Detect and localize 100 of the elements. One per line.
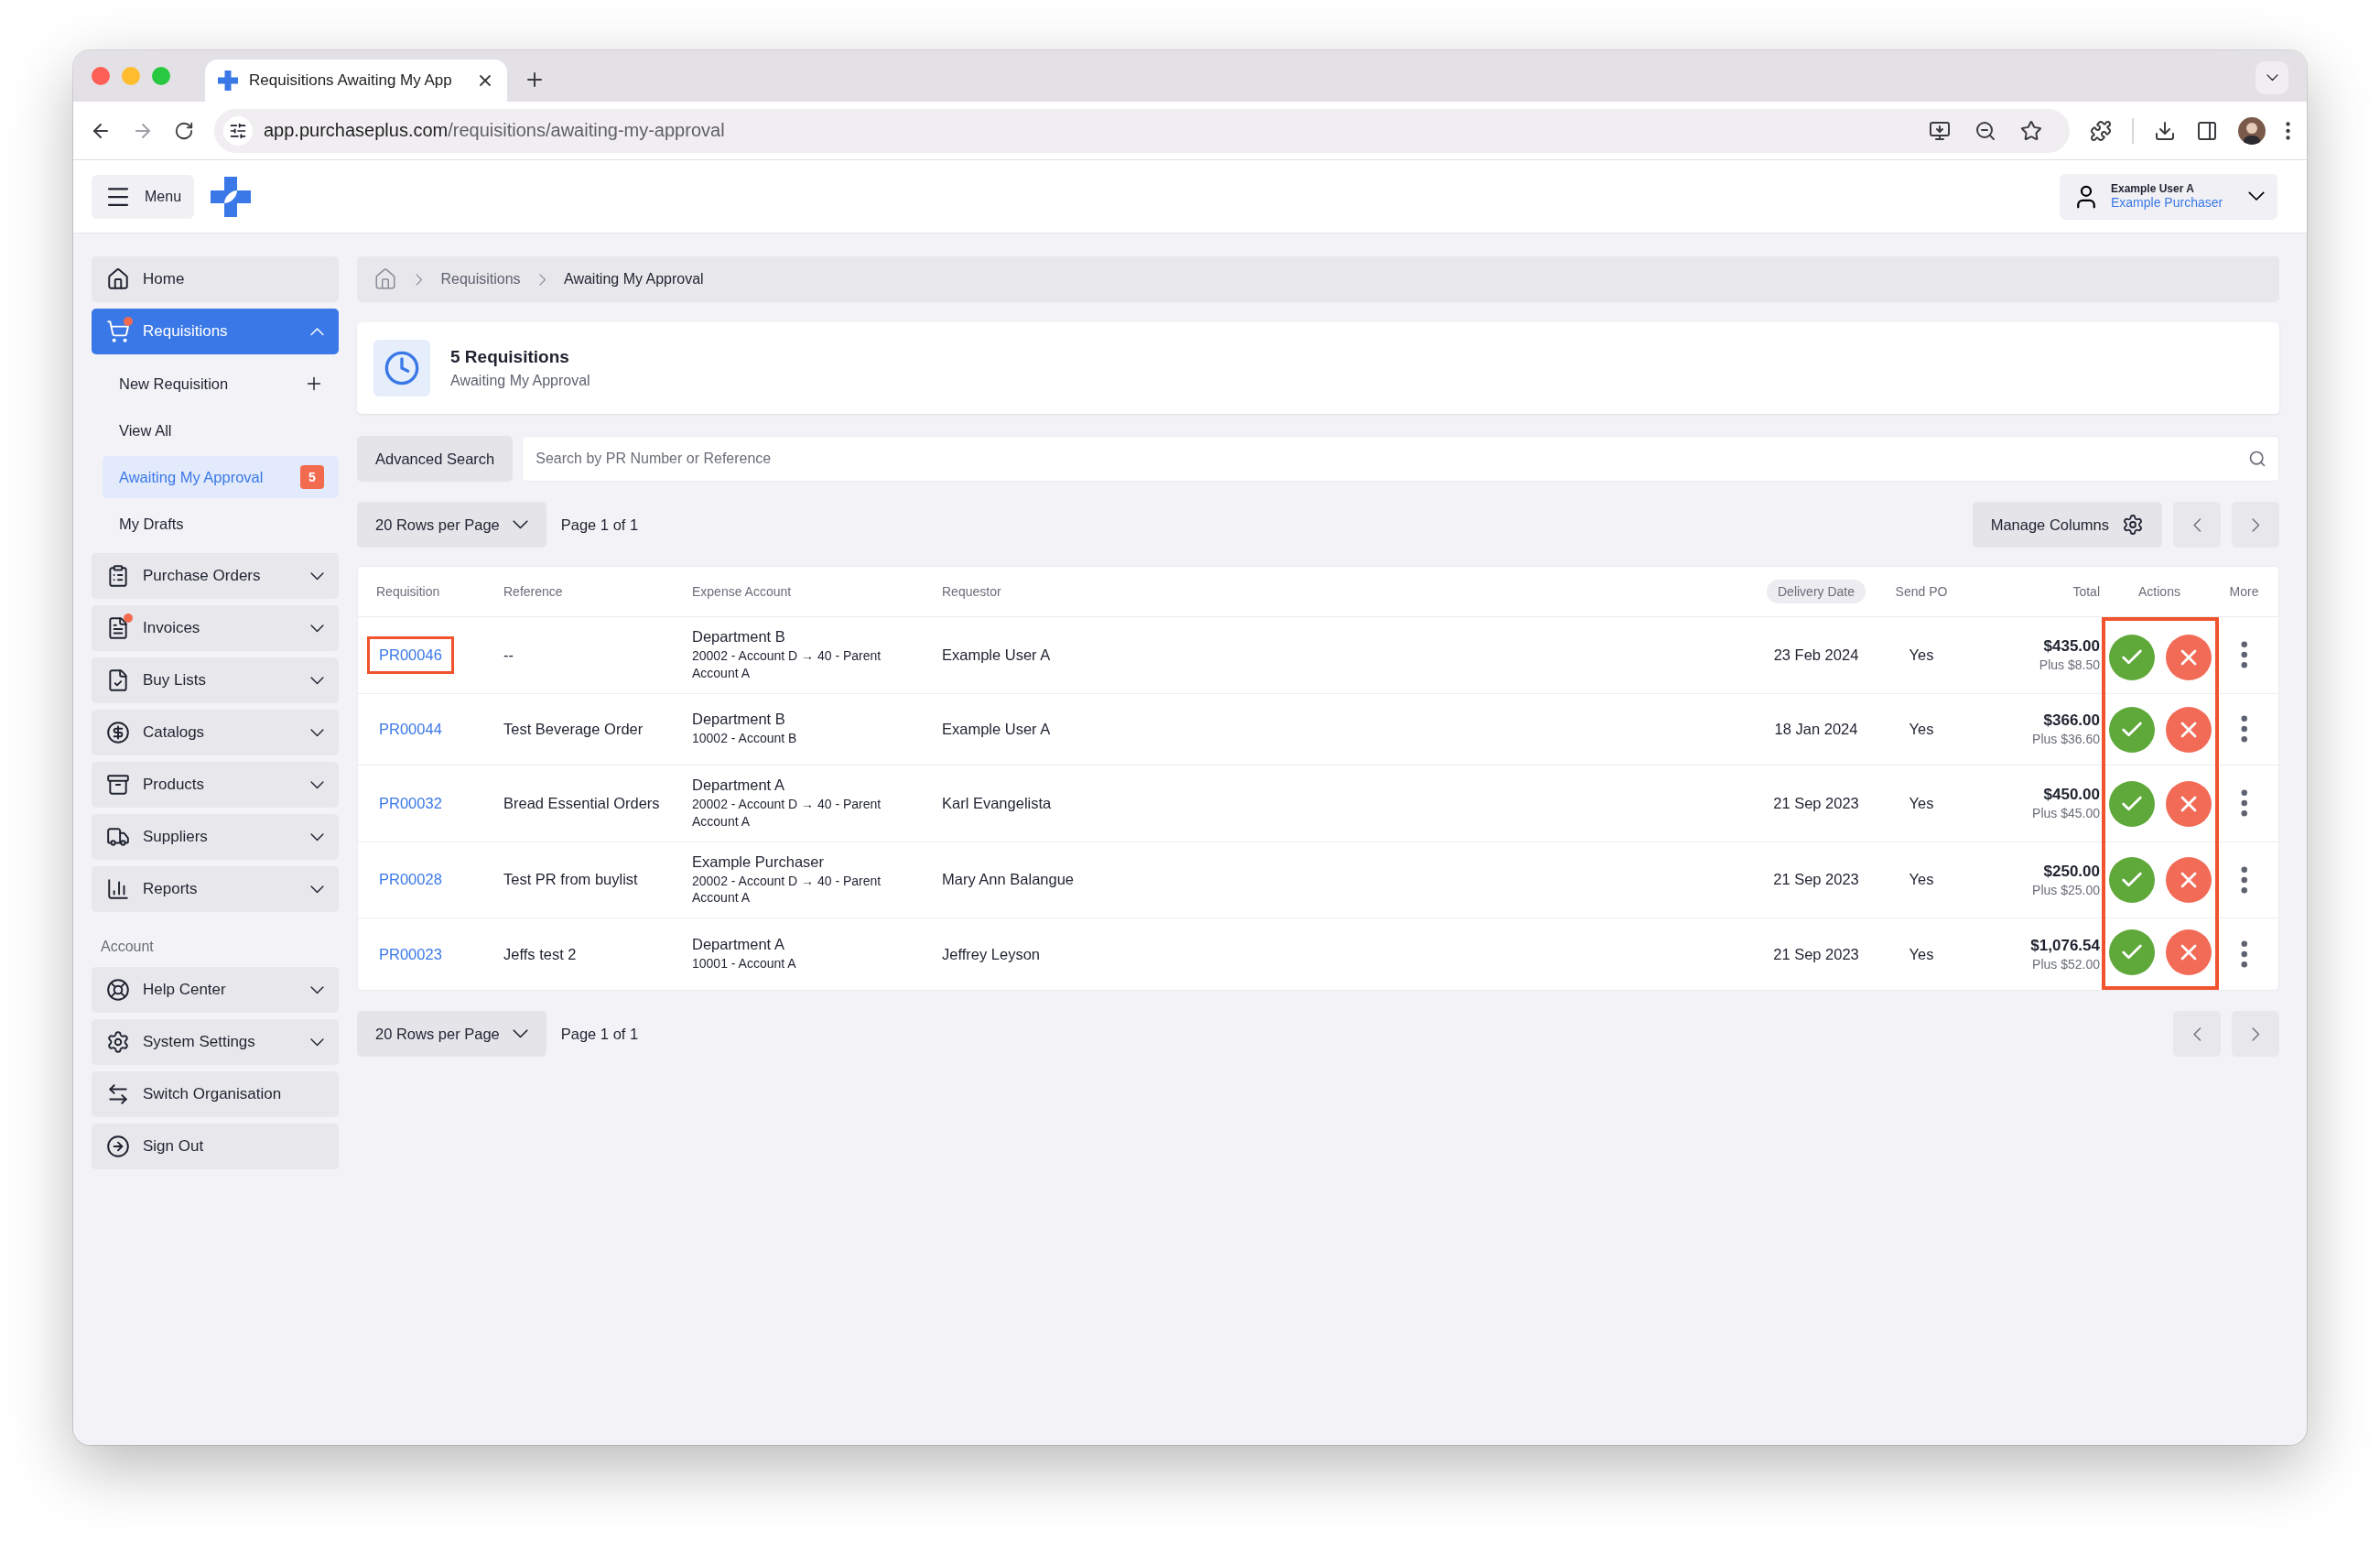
more-options-button[interactable]	[2240, 715, 2248, 744]
approve-button[interactable]	[2109, 706, 2155, 753]
column-header[interactable]: Requestor	[942, 584, 1001, 599]
nav-subitem[interactable]: My Drafts	[103, 503, 339, 545]
chevron-icon	[2251, 1026, 2260, 1041]
nav-item[interactable]: Suppliers	[92, 814, 339, 860]
download-button[interactable]	[2154, 119, 2176, 142]
home-icon[interactable]	[373, 267, 397, 291]
rows-per-page-dropdown[interactable]: 20 Rows per Page	[357, 502, 546, 548]
menu-button[interactable]: Menu	[92, 174, 195, 219]
chevron-icon	[512, 1029, 528, 1039]
star-icon	[2020, 119, 2042, 142]
reload-icon	[174, 120, 194, 141]
settings-icon	[106, 1030, 130, 1054]
nav-item[interactable]: Products	[92, 762, 339, 808]
nav-item[interactable]: Help Center	[92, 967, 339, 1013]
nav-subitem[interactable]: New Requisition	[103, 363, 339, 405]
requisition-link[interactable]: PR00032	[367, 784, 454, 822]
reject-button[interactable]	[2166, 634, 2212, 680]
nav-item[interactable]: Sign Out	[92, 1124, 339, 1169]
more-options-button[interactable]	[2240, 789, 2248, 818]
maximize-window-button[interactable]	[152, 67, 170, 85]
nav-item[interactable]: Reports	[92, 866, 339, 912]
more-options-button[interactable]	[2240, 865, 2248, 894]
table-cell: Yes	[1909, 646, 1934, 664]
approve-button[interactable]	[2109, 634, 2155, 680]
nav-item[interactable]: System Settings	[92, 1019, 339, 1065]
user-name: Example User A	[2111, 181, 2195, 196]
approve-button[interactable]	[2109, 780, 2155, 827]
more-icon	[2240, 940, 2248, 969]
nav-item[interactable]: Invoices	[92, 605, 339, 651]
column-header[interactable]: Reference	[503, 584, 563, 599]
rows-per-page-dropdown[interactable]: 20 Rows per Page	[357, 1011, 546, 1058]
more-options-button[interactable]	[2240, 641, 2248, 669]
column-header[interactable]: Requisition	[376, 584, 440, 599]
table-cell: Mary Ann Balangue	[942, 871, 1074, 889]
home-icon	[106, 267, 130, 291]
approve-button[interactable]	[2109, 929, 2155, 976]
requisition-link[interactable]: PR00044	[367, 710, 454, 748]
table-cell: Jeffs test 2	[503, 945, 577, 963]
bar-chart-icon	[106, 877, 130, 901]
browser-menu-button[interactable]	[2286, 121, 2290, 140]
reload-button[interactable]	[174, 120, 194, 141]
summary-title: 5 Requisitions	[450, 347, 570, 367]
total-amount: $435.00	[2043, 637, 2100, 657]
expense-department: Department A	[692, 776, 785, 794]
user-menu-button[interactable]: Example User A Example Purchaser	[2060, 173, 2277, 220]
table-cell: Yes	[1909, 794, 1934, 812]
search-field[interactable]: Search by PR Number or Reference	[522, 436, 2279, 482]
nav-item[interactable]: Buy Lists	[92, 657, 339, 703]
column-header[interactable]: Total	[2072, 584, 2100, 599]
logo-icon	[211, 176, 252, 217]
bookmark-star-button[interactable]	[2020, 119, 2042, 142]
breadcrumb-link[interactable]: Awaiting My Approval	[564, 271, 704, 288]
profile-avatar[interactable]	[2238, 116, 2266, 145]
zoom-out-button[interactable]	[1974, 119, 1996, 142]
search-icon	[2248, 450, 2266, 468]
column-header[interactable]: Actions	[2138, 584, 2180, 599]
nav-item[interactable]: Requisitions	[92, 309, 339, 354]
nav-subitem[interactable]: View All	[103, 409, 339, 451]
reject-button[interactable]	[2166, 929, 2212, 976]
reject-button[interactable]	[2166, 780, 2212, 827]
expense-account: 10002 - Account B	[692, 730, 797, 748]
expense-department: Department B	[692, 711, 786, 729]
breadcrumb-link[interactable]: Requisitions	[440, 271, 521, 288]
chevron-icon	[538, 273, 546, 286]
requisition-link[interactable]: PR00023	[367, 935, 454, 973]
install-app-button[interactable]	[1929, 119, 1951, 142]
requisition-link[interactable]: PR00046	[367, 635, 454, 674]
total-amount: $366.00	[2043, 711, 2100, 731]
chevron-icon	[416, 273, 423, 286]
table-cell: Karl Evangelista	[942, 794, 1052, 812]
total-amount: $1,076.54	[2030, 937, 2100, 956]
column-header[interactable]: Send PO	[1895, 584, 1948, 599]
extensions-button[interactable]	[2090, 119, 2112, 142]
expense-account: 10001 - Account A	[692, 955, 796, 973]
puzzle-icon	[2090, 119, 2112, 142]
nav-item[interactable]: Purchase Orders	[92, 553, 339, 599]
nav-item[interactable]: Catalogs	[92, 710, 339, 755]
reject-button[interactable]	[2166, 857, 2212, 904]
column-header[interactable]: Expense Account	[692, 584, 792, 599]
manage-columns-button[interactable]: Manage Columns	[1972, 502, 2162, 548]
close-window-button[interactable]	[92, 67, 110, 85]
nav-item[interactable]: Home	[92, 256, 339, 302]
reject-button[interactable]	[2166, 706, 2212, 753]
side-panel-button[interactable]	[2196, 119, 2218, 142]
browser-tab[interactable]: Requisitions Awaiting My App	[205, 60, 507, 102]
more-options-button[interactable]	[2240, 940, 2248, 969]
advanced-search-button[interactable]: Advanced Search	[357, 436, 514, 482]
column-header[interactable]: Delivery Date	[1767, 580, 1866, 603]
tab-list-button[interactable]	[2256, 61, 2288, 94]
more-icon	[2240, 641, 2248, 669]
total-amount: $450.00	[2043, 786, 2100, 805]
nav-item[interactable]: Switch Organisation	[92, 1071, 339, 1117]
address-bar[interactable]: app.purchaseplus.com/requisitions/awaiting-my-approval	[214, 108, 2070, 153]
column-header[interactable]: More	[2229, 584, 2259, 599]
exit-icon	[106, 1135, 130, 1158]
tax-amount: Plus $45.00	[2032, 806, 2100, 821]
approve-button[interactable]	[2109, 857, 2155, 904]
requisition-link[interactable]: PR00028	[367, 861, 454, 899]
